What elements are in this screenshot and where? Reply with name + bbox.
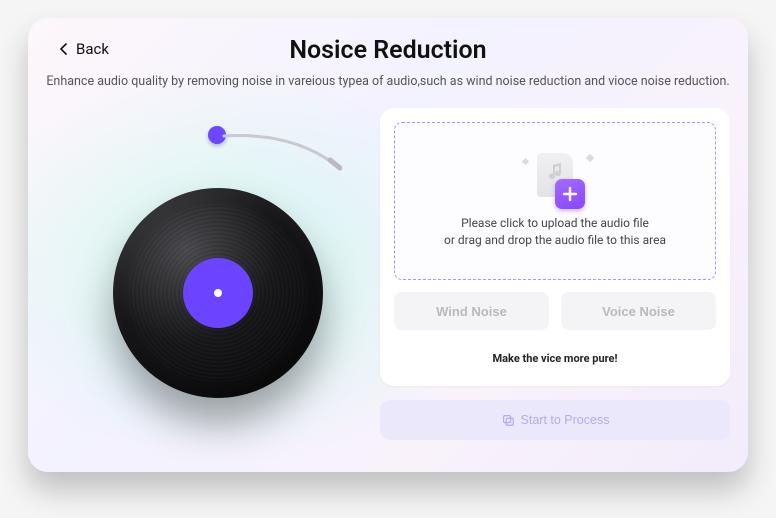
vinyl-disc-icon xyxy=(113,188,323,398)
vinyl-illustration xyxy=(98,118,358,418)
app-window: Back Nosice Reduction Enhance audio qual… xyxy=(28,18,748,472)
dropzone-text: Please click to upload the audio file or… xyxy=(444,215,666,249)
panel-caption: Make the vice more pure! xyxy=(394,352,716,365)
voice-noise-button[interactable]: Voice Noise xyxy=(561,292,716,330)
upload-panel: Please click to upload the audio file or… xyxy=(380,108,730,386)
wind-noise-button[interactable]: Wind Noise xyxy=(394,292,549,330)
copy-icon xyxy=(501,413,515,427)
upload-file-icon xyxy=(527,153,583,205)
process-button-label: Start to Process xyxy=(521,413,610,427)
upload-dropzone[interactable]: Please click to upload the audio file or… xyxy=(394,122,716,280)
page-subtitle: Enhance audio quality by removing noise … xyxy=(28,74,748,89)
page-title: Nosice Reduction xyxy=(28,36,748,65)
plus-icon xyxy=(555,179,585,209)
dropzone-line2: or drag and drop the audio file to this … xyxy=(444,232,666,249)
start-process-button[interactable]: Start to Process xyxy=(380,400,730,440)
tonearm-icon xyxy=(208,126,348,186)
dropzone-line1: Please click to upload the audio file xyxy=(444,215,666,232)
